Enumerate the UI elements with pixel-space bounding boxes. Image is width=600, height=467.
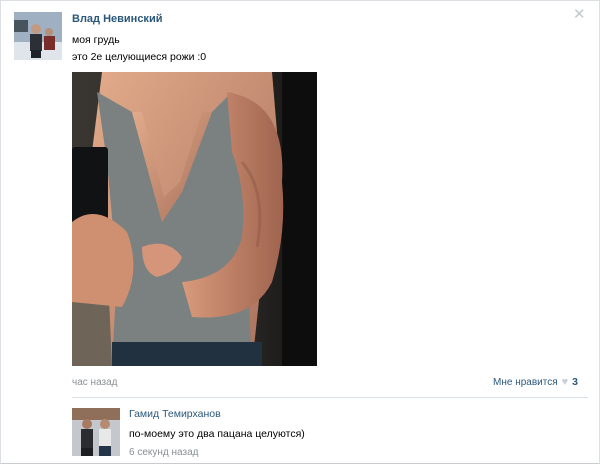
post-photo[interactable] xyxy=(72,72,317,366)
post-text-line-1: моя грудь xyxy=(72,34,120,46)
like-label: Мне нравится xyxy=(493,376,558,388)
photo-image xyxy=(72,72,317,366)
post-text: моя грудь это 2е целующиеся рожи :0 xyxy=(72,32,206,66)
like-count: 3 xyxy=(572,376,578,388)
post-timestamp[interactable]: час назад xyxy=(72,377,118,388)
author-avatar[interactable] xyxy=(14,12,62,60)
like-button[interactable]: Мне нравится ♥ 3 xyxy=(493,376,578,388)
comment-author-avatar[interactable] xyxy=(72,408,120,456)
heart-icon: ♥ xyxy=(561,376,569,388)
comment-divider xyxy=(72,397,588,398)
avatar-photo xyxy=(14,12,62,60)
post-text-line-2: это 2е целующиеся рожи :0 xyxy=(72,51,207,63)
close-icon[interactable]: ✕ xyxy=(573,7,586,22)
comment-author-link[interactable]: Гамид Темирханов xyxy=(129,408,221,420)
post-author-link[interactable]: Влад Невинский xyxy=(72,13,162,25)
comment-avatar-photo xyxy=(72,408,120,456)
comment-text: по-моему это два пацана целуются) xyxy=(129,428,305,440)
comment-timestamp[interactable]: 6 секунд назад xyxy=(129,447,198,458)
post-card: ✕ Влад Невинский моя грудь это 2е целующ… xyxy=(0,0,600,464)
